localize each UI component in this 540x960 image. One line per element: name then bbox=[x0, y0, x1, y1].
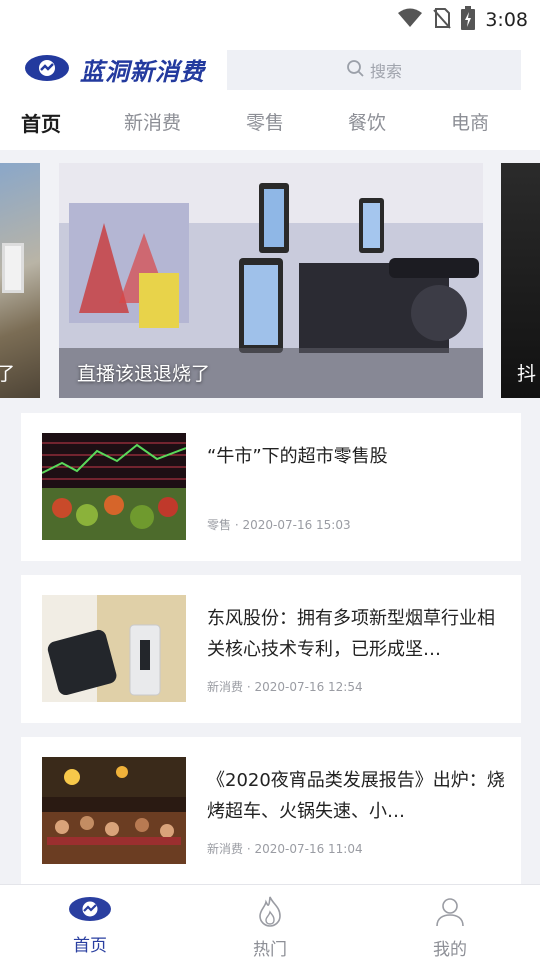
status-icons: 3:08 bbox=[397, 6, 528, 34]
article-thumbnail bbox=[42, 433, 186, 540]
article-timestamp: 2020-07-16 15:03 bbox=[242, 518, 351, 532]
user-icon bbox=[434, 895, 466, 931]
logo-text: 蓝洞新消费 bbox=[80, 58, 205, 86]
article-meta: 新消费 · 2020-07-16 11:04 bbox=[207, 840, 363, 857]
bottom-nav: 首页 热门 我的 bbox=[0, 884, 540, 960]
search-icon bbox=[346, 59, 364, 81]
banner-slide-current[interactable]: 直播该退退烧了 bbox=[59, 163, 483, 398]
article-title: “牛市”下的超市零售股 bbox=[207, 446, 388, 467]
article-title: 《2020夜宵品类发展报告》出炉：烧烤超车、火锅失速、小… bbox=[207, 770, 505, 822]
wifi-icon bbox=[397, 7, 423, 33]
status-bar: 3:08 bbox=[0, 0, 540, 36]
article-timestamp: 2020-07-16 12:54 bbox=[254, 680, 363, 694]
content-area: 了 直播该退退烧了 抖 “牛市”下的超市零售股 零售 · 2020-07-16 … bbox=[0, 150, 540, 884]
status-time: 3:08 bbox=[485, 9, 528, 31]
sign-image-shape bbox=[2, 243, 24, 293]
article-timestamp: 2020-07-16 11:04 bbox=[254, 842, 363, 856]
banner-caption: 直播该退退烧了 bbox=[77, 363, 211, 385]
banner-next-caption: 抖 bbox=[517, 363, 537, 385]
article-card[interactable]: “牛市”下的超市零售股 零售 · 2020-07-16 15:03 bbox=[21, 413, 521, 561]
nav-profile[interactable]: 我的 bbox=[410, 895, 490, 960]
eye-logo-icon bbox=[24, 53, 70, 87]
article-thumbnail bbox=[42, 595, 186, 702]
article-thumbnail bbox=[42, 757, 186, 864]
nav-home-label: 首页 bbox=[73, 936, 107, 956]
banner-slide-next[interactable]: 抖 bbox=[501, 163, 540, 398]
nav-home[interactable]: 首页 bbox=[50, 895, 130, 956]
no-sim-icon bbox=[433, 7, 452, 33]
meta-separator: · bbox=[231, 518, 243, 532]
meta-separator: · bbox=[243, 842, 255, 856]
article-card[interactable]: 《2020夜宵品类发展报告》出炉：烧烤超车、火锅失速、小… 新消费 · 2020… bbox=[21, 737, 521, 884]
search-input[interactable]: 搜索 bbox=[227, 50, 521, 90]
meta-separator: · bbox=[243, 680, 255, 694]
nav-trending-label: 热门 bbox=[253, 940, 287, 960]
tab-home[interactable]: 首页 bbox=[21, 108, 61, 137]
article-meta: 零售 · 2020-07-16 15:03 bbox=[207, 516, 351, 533]
tab-ecommerce[interactable]: 电商 bbox=[451, 108, 489, 135]
battery-charging-icon bbox=[461, 6, 476, 34]
nav-trending[interactable]: 热门 bbox=[230, 895, 310, 960]
tab-new-consumption[interactable]: 新消费 bbox=[124, 108, 181, 135]
tab-retail[interactable]: 零售 bbox=[246, 108, 284, 135]
home-logo-icon bbox=[68, 895, 112, 927]
flame-icon bbox=[255, 895, 285, 931]
article-meta: 新消费 · 2020-07-16 12:54 bbox=[207, 678, 363, 695]
app-header: 蓝洞新消费 搜索 bbox=[0, 48, 540, 90]
article-title: 东风股份：拥有多项新型烟草行业相关核心技术专利，已形成坚… bbox=[207, 608, 495, 660]
article-category: 新消费 bbox=[207, 680, 244, 694]
app-logo: 蓝洞新消费 bbox=[24, 52, 205, 87]
article-category: 零售 bbox=[207, 518, 232, 532]
article-card[interactable]: 东风股份：拥有多项新型烟草行业相关核心技术专利，已形成坚… 新消费 · 2020… bbox=[21, 575, 521, 723]
banner-slide-previous[interactable]: 了 bbox=[0, 163, 40, 398]
tab-catering[interactable]: 餐饮 bbox=[348, 108, 386, 135]
banner-prev-caption: 了 bbox=[0, 363, 16, 385]
category-tabs: 首页 新消费 零售 餐饮 电商 bbox=[0, 108, 540, 142]
nav-profile-label: 我的 bbox=[433, 940, 467, 960]
article-category: 新消费 bbox=[207, 842, 244, 856]
search-placeholder: 搜索 bbox=[369, 62, 402, 81]
